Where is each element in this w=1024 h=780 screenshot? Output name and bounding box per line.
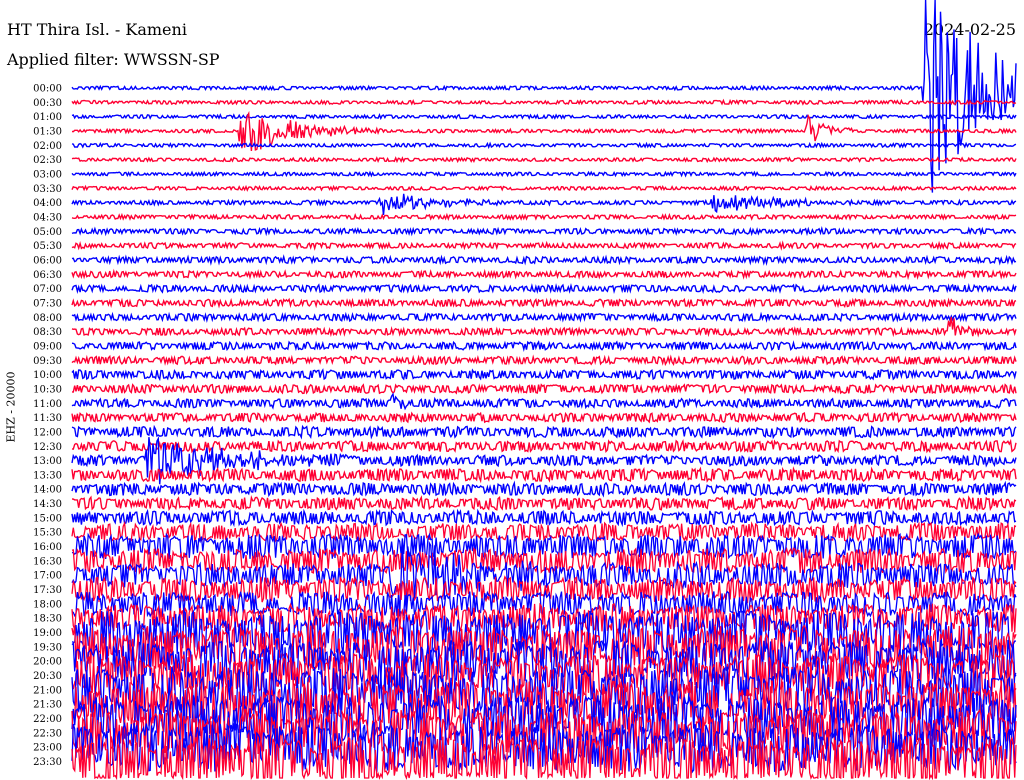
trace-line (71, 316, 1017, 338)
trace-line (71, 508, 1017, 528)
row-time-label: 15:30 (33, 528, 62, 539)
row-time-label: 17:30 (33, 585, 62, 596)
row-time-label: 09:30 (33, 356, 62, 367)
row-time-label: 21:30 (33, 700, 62, 711)
trace-line (71, 424, 1017, 440)
row-time-label: 03:30 (33, 184, 62, 195)
row-time-label: 15:00 (33, 513, 62, 524)
row-time-label: 16:00 (33, 542, 62, 553)
row-time-label: 14:30 (33, 499, 62, 510)
trace-line (71, 283, 1017, 295)
row-time-label: 04:30 (33, 212, 62, 223)
time-axis-labels: 00:00 00:30 01:00 01:30 02:00 02:30 03:00 03:30… (33, 84, 62, 769)
row-time-label: 20:30 (33, 671, 62, 682)
row-time-label: 23:00 (33, 743, 62, 754)
trace-line (71, 170, 1017, 178)
trace-line (71, 392, 1017, 411)
trace-line (71, 297, 1017, 309)
row-time-label: 22:00 (33, 714, 62, 725)
trace-line (71, 156, 1017, 164)
row-time-label: 12:30 (33, 442, 62, 453)
trace-line (71, 254, 1017, 266)
row-time-label: 03:00 (33, 169, 62, 180)
trace-line (71, 466, 1017, 484)
row-time-label: 23:30 (33, 757, 62, 768)
row-time-label: 04:00 (33, 198, 62, 209)
trace-line (71, 340, 1017, 352)
row-time-label: 08:00 (33, 313, 62, 324)
trace-line (71, 113, 1017, 121)
row-time-label: 10:30 (33, 384, 62, 395)
seismogram-plot: 00:00 00:30 01:00 01:30 02:00 02:30 03:00 03:30… (33, 0, 1017, 780)
row-time-label: 16:30 (33, 556, 62, 567)
row-time-label: 07:00 (33, 284, 62, 295)
row-time-label: 13:00 (33, 456, 62, 467)
trace-line (71, 438, 1017, 454)
row-time-label: 07:30 (33, 298, 62, 309)
row-time-label: 11:30 (33, 413, 62, 424)
row-time-label: 18:00 (33, 599, 62, 610)
trace-line (71, 240, 1017, 251)
row-time-label: 06:30 (33, 270, 62, 281)
row-time-label: 17:00 (33, 571, 62, 582)
row-time-label: 21:00 (33, 685, 62, 696)
trace-line (71, 98, 1017, 106)
row-time-label: 20:00 (33, 657, 62, 668)
row-time-label: 19:00 (33, 628, 62, 639)
trace-line (71, 184, 1017, 192)
trace-line (71, 480, 1017, 498)
trace-line (71, 268, 1017, 281)
trace-line (71, 193, 1017, 215)
row-time-label: 02:30 (33, 155, 62, 166)
trace-line (71, 354, 1017, 367)
row-time-label: 00:30 (33, 98, 62, 109)
trace-line (71, 141, 1017, 150)
row-time-label: 09:00 (33, 341, 62, 352)
trace-line (71, 368, 1017, 382)
row-time-label: 12:00 (33, 427, 62, 438)
row-time-label: 00:00 (33, 84, 62, 95)
row-time-label: 02:00 (33, 141, 62, 152)
row-time-label: 01:30 (33, 126, 62, 137)
row-time-label: 22:30 (33, 728, 62, 739)
trace-line (71, 494, 1017, 512)
row-time-label: 11:00 (33, 399, 62, 410)
trace-group (71, 0, 1017, 780)
row-time-label: 13:30 (33, 470, 62, 481)
row-time-label: 08:30 (33, 327, 62, 338)
row-time-label: 19:30 (33, 642, 62, 653)
row-time-label: 01:00 (33, 112, 62, 123)
row-time-label: 05:00 (33, 227, 62, 238)
trace-line (71, 411, 1017, 424)
trace-line (71, 212, 1017, 221)
trace-line (71, 383, 1017, 395)
row-time-label: 14:00 (33, 485, 62, 496)
row-time-label: 06:00 (33, 255, 62, 266)
row-time-label: 10:00 (33, 370, 62, 381)
trace-line (71, 311, 1017, 324)
row-time-label: 18:30 (33, 614, 62, 625)
trace-line (71, 0, 1017, 193)
trace-line (71, 226, 1017, 237)
row-time-label: 05:30 (33, 241, 62, 252)
